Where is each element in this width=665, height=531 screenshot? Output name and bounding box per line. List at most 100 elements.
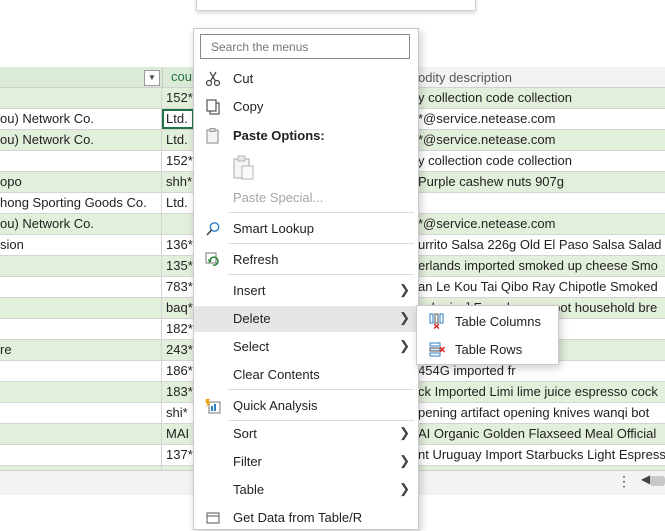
table-cell-a[interactable] <box>0 403 162 423</box>
menu-item-copy[interactable]: Copy <box>194 94 418 120</box>
menu-search-input[interactable] <box>200 34 410 59</box>
table-cell-c[interactable] <box>418 193 665 213</box>
table-cell-c[interactable]: y collection code collection <box>418 151 665 171</box>
table-cell-a[interactable] <box>0 361 162 381</box>
mini-toolbar <box>196 0 476 11</box>
clipboard-icon <box>205 128 221 144</box>
submenu-item-table-rows[interactable]: Table Rows <box>417 336 558 362</box>
table-cell-b[interactable]: Ltd. <box>162 130 194 150</box>
menu-item-smart-lookup[interactable]: Smart Lookup <box>194 216 418 242</box>
table-cell-a[interactable]: hong Sporting Goods Co. <box>0 193 162 213</box>
table-cell-c[interactable]: pening artifact opening knives wanqi bot <box>418 403 665 423</box>
chevron-right-icon: ❯ <box>399 425 410 440</box>
menu-item-get-data[interactable]: Get Data from Table/R <box>194 505 418 531</box>
table-cell-b[interactable]: 152* <box>162 88 194 108</box>
menu-item-table[interactable]: Table ❯ <box>194 477 418 503</box>
table-cell-c[interactable]: AI Organic Golden Flaxseed Meal Official <box>418 424 665 444</box>
table-cell-c[interactable]: *@service.netease.com <box>418 214 665 234</box>
table-cell-a[interactable]: sion <box>0 235 162 255</box>
menu-item-sort[interactable]: Sort ❯ <box>194 421 418 447</box>
table-cell-b[interactable]: 136* <box>162 235 194 255</box>
menu-item-cut[interactable]: Cut <box>194 66 418 92</box>
menu-item-label: Clear Contents <box>233 367 320 382</box>
scroll-left-icon[interactable]: ◀ <box>641 472 650 486</box>
paste-options-label: Paste Options: <box>233 128 325 143</box>
table-cell-b[interactable]: 186* <box>162 361 194 381</box>
table-cell-c[interactable]: nt Uruguay Import Starbucks Light Espres… <box>418 445 665 465</box>
table-cell-b[interactable]: 182* <box>162 319 194 339</box>
copy-icon <box>205 99 221 115</box>
menu-item-quick-analysis[interactable]: Quick Analysis <box>194 393 418 419</box>
table-cell-b[interactable]: shi* <box>162 403 194 423</box>
table-cell-b[interactable]: 137* <box>162 445 194 465</box>
table-cell-b[interactable]: Ltd. <box>162 109 194 129</box>
table-cell-a[interactable] <box>0 151 162 171</box>
table-cell-b[interactable]: 783* <box>162 277 194 297</box>
scroll-thumb[interactable] <box>650 476 665 486</box>
submenu-item-label: Table Rows <box>455 342 523 357</box>
delete-column-icon <box>429 313 445 330</box>
filter-dropdown-icon[interactable]: ▼ <box>144 70 160 86</box>
refresh-icon <box>205 252 221 268</box>
table-cell-c[interactable]: y collection code collection <box>418 88 665 108</box>
menu-divider <box>228 243 414 244</box>
menu-item-label: Get Data from Table/R <box>233 510 363 525</box>
context-menu: Cut Copy Paste Options: Paste Special...… <box>193 28 419 530</box>
chevron-right-icon: ❯ <box>399 481 410 496</box>
table-cell-a[interactable]: ou) Network Co. <box>0 214 162 234</box>
table-cell-b[interactable] <box>162 214 194 234</box>
submenu-item-table-columns[interactable]: Table Columns <box>417 308 558 334</box>
table-cell-a[interactable] <box>0 298 162 318</box>
more-options-icon[interactable]: ⋮ <box>617 473 631 490</box>
menu-item-paste-special[interactable]: Paste Special... <box>194 185 418 211</box>
column-b-header[interactable]: coun <box>162 67 199 87</box>
menu-item-insert[interactable]: Insert ❯ <box>194 278 418 304</box>
table-cell-c[interactable]: *@service.netease.com <box>418 109 665 129</box>
table-cell-b[interactable]: 183* <box>162 382 194 402</box>
menu-item-select[interactable]: Select ❯ <box>194 334 418 360</box>
menu-item-label: Select <box>233 339 270 354</box>
table-cell-b[interactable]: shh* <box>162 172 194 192</box>
table-cell-a[interactable]: ou) Network Co. <box>0 109 162 129</box>
table-cell-c[interactable]: *@service.netease.com <box>418 130 665 150</box>
menu-divider <box>228 274 414 275</box>
menu-item-filter[interactable]: Filter ❯ <box>194 449 418 475</box>
column-a-header[interactable] <box>0 67 162 87</box>
paste-option-keep-source[interactable] <box>194 151 418 185</box>
table-cell-a[interactable]: opo <box>0 172 162 192</box>
table-cell-b[interactable]: 243* <box>162 340 194 360</box>
menu-item-label: Sort <box>233 426 257 441</box>
table-cell-a[interactable] <box>0 445 162 465</box>
menu-item-label: Filter <box>233 454 262 469</box>
table-cell-a[interactable] <box>0 277 162 297</box>
menu-item-delete[interactable]: Delete ❯ <box>194 306 418 332</box>
table-cell-a[interactable] <box>0 88 162 108</box>
table-cell-b[interactable]: 135* <box>162 256 194 276</box>
table-cell-b[interactable]: 152* <box>162 151 194 171</box>
menu-item-label: Insert <box>233 283 266 298</box>
table-cell-c[interactable]: urrito Salsa 226g Old El Paso Salsa Sala… <box>418 235 665 255</box>
table-cell-c[interactable]: an Le Kou Tai Qibo Ray Chipotle Smoked <box>418 277 665 297</box>
table-cell-a[interactable]: ou) Network Co. <box>0 130 162 150</box>
table-cell-a[interactable] <box>0 319 162 339</box>
table-cell-c[interactable]: Purple cashew nuts 907g <box>418 172 665 192</box>
table-cell-c[interactable]: erlands imported smoked up cheese Smo <box>418 256 665 276</box>
delete-row-icon <box>429 341 446 357</box>
menu-item-clear-contents[interactable]: Clear Contents <box>194 362 418 388</box>
chevron-right-icon: ❯ <box>399 338 410 353</box>
quick-analysis-icon <box>205 398 221 414</box>
menu-item-label: Cut <box>233 71 254 86</box>
menu-item-refresh[interactable]: Refresh <box>194 247 418 273</box>
table-cell-b[interactable]: Ltd. <box>162 193 194 213</box>
table-cell-a[interactable] <box>0 256 162 276</box>
paste-icon <box>232 155 256 181</box>
menu-item-label: Refresh <box>233 252 279 267</box>
table-cell-a[interactable]: re <box>0 340 162 360</box>
table-cell-c[interactable]: ck Imported Limi lime juice espresso coc… <box>418 382 665 402</box>
table-cell-b[interactable]: MAI <box>162 424 194 444</box>
table-cell-b[interactable]: baq* <box>162 298 194 318</box>
paste-options-header: Paste Options: <box>194 123 418 149</box>
menu-item-label: Copy <box>233 99 264 114</box>
table-cell-a[interactable] <box>0 424 162 444</box>
table-cell-a[interactable] <box>0 382 162 402</box>
